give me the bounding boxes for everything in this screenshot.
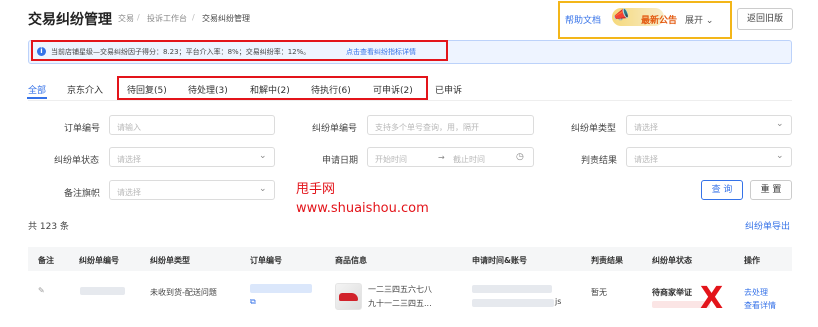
col-header-status: 纠纷单状态	[652, 256, 692, 265]
date-start-placeholder: 开始时间	[375, 155, 407, 164]
chevron-down-icon: ⌄	[776, 119, 784, 129]
apply-time-redacted	[472, 285, 552, 293]
judgement-label: 判责结果	[581, 156, 618, 166]
col-header-product: 商品信息	[335, 256, 367, 265]
chevron-down-icon: ⌄	[259, 151, 267, 161]
account-suffix: js	[555, 297, 562, 306]
chevron-down-icon: ⌄	[776, 151, 784, 161]
order-no-label: 订单编号	[64, 124, 101, 134]
dispute-type-cell: 未收到货-配送问题	[150, 288, 217, 297]
breadcrumb-separator: /	[192, 13, 195, 22]
col-header-remark: 备注	[38, 256, 54, 265]
product-name-line1: 一二三四五六七八	[368, 285, 432, 294]
breadcrumb-item-trade[interactable]: 交易	[118, 13, 134, 24]
dispute-no-label: 纠纷单编号	[312, 124, 358, 134]
breadcrumb-item-current: 交易纠纷管理	[202, 14, 250, 23]
watermark-brand: 甩手网	[296, 182, 336, 197]
date-end-placeholder: 截止时间	[453, 155, 485, 164]
dispute-no-placeholder: 支持多个单号查询，用，隔开	[375, 123, 479, 132]
copy-icon[interactable]: ⧉	[250, 297, 256, 307]
dispute-status-label: 纠纷单状态	[54, 156, 100, 166]
status-badge: 待商家举证	[652, 288, 692, 297]
total-count: 共 123 条	[28, 222, 69, 232]
product-name-line2: 九十一二三四五...	[368, 299, 432, 308]
highlight-box-info	[31, 40, 448, 61]
export-dispute-button[interactable]: 纠纷单导出	[745, 219, 790, 232]
arrow-right-icon: →	[438, 153, 445, 162]
col-header-dispute-type: 纠纷单类型	[150, 256, 190, 265]
page: 交易纠纷管理 交易 / 投诉工作台 / 交易纠纷管理 帮助文档 📣 最新公告 展…	[0, 0, 818, 327]
expand-label: 展开	[685, 16, 704, 26]
dispute-type-placeholder: 请选择	[634, 123, 658, 132]
account-redacted	[472, 299, 554, 307]
edit-remark-icon[interactable]: ✎	[38, 286, 45, 295]
product-shoe-image	[339, 293, 358, 301]
help-doc-link[interactable]: 帮助文档	[565, 13, 601, 26]
col-header-dispute-no: 纠纷单编号	[79, 256, 119, 265]
breadcrumb-item-workbench[interactable]: 投诉工作台	[147, 13, 187, 24]
page-title: 交易纠纷管理	[28, 12, 112, 28]
col-header-judgement: 判责结果	[591, 256, 623, 265]
view-detail-link[interactable]: 查看详情	[744, 300, 776, 311]
expand-toggle[interactable]: 展开 ⌄	[685, 13, 713, 26]
col-header-action: 操作	[744, 256, 760, 265]
active-tab-indicator	[27, 97, 47, 99]
chevron-down-icon: ⌄	[705, 16, 714, 26]
remark-flag-placeholder: 请选择	[117, 188, 141, 197]
corner-logo: X	[700, 281, 724, 316]
highlight-box-tabs	[117, 76, 428, 100]
col-header-order-no: 订单编号	[250, 256, 282, 265]
watermark-url: www.shuaishou.com	[296, 201, 429, 216]
megaphone-icon: 📣	[613, 8, 630, 23]
remark-flag-label: 备注旗帜	[64, 189, 101, 199]
judgement-placeholder: 请选择	[634, 155, 658, 164]
col-header-apply-time: 申请时间&账号	[472, 256, 527, 265]
dispute-no-redacted	[80, 287, 125, 295]
apply-date-label: 申请日期	[322, 156, 359, 166]
order-no-placeholder: 请输入	[117, 123, 141, 132]
order-no-redacted[interactable]	[250, 284, 312, 293]
tab-appealed[interactable]: 已申诉	[435, 83, 462, 96]
dispute-status-placeholder: 请选择	[117, 155, 141, 164]
return-old-version-button[interactable]: 返回旧版	[737, 8, 793, 30]
reset-button[interactable]: 重 置	[750, 180, 792, 200]
latest-announcement[interactable]: 最新公告	[641, 13, 677, 26]
process-action-link[interactable]: 去处理	[744, 287, 768, 298]
dispute-type-label: 纠纷单类型	[571, 124, 617, 134]
tab-divider	[28, 100, 792, 101]
clock-icon: ◷	[516, 152, 524, 162]
chevron-down-icon: ⌄	[259, 184, 267, 194]
tab-jd-intervention[interactable]: 京东介入	[67, 83, 103, 96]
query-button[interactable]: 查 询	[701, 180, 743, 200]
tab-all[interactable]: 全部	[28, 83, 46, 96]
breadcrumb-separator: /	[137, 13, 140, 22]
judgement-cell: 暂无	[591, 288, 607, 297]
